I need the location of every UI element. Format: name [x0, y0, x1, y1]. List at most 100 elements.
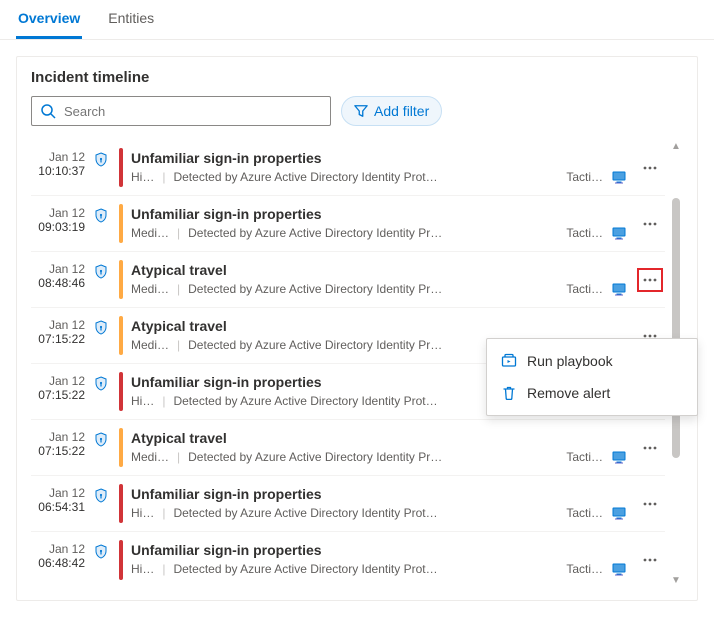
run-playbook-item[interactable]: Run playbook — [487, 345, 697, 377]
alert-description: Detected by Azure Active Directory Ident… — [173, 170, 558, 184]
divider: | — [162, 394, 165, 408]
tactic-label: Tacti… — [566, 506, 603, 520]
monitor-icon — [611, 225, 627, 241]
row-actions-button[interactable] — [635, 146, 665, 189]
more-icon — [642, 216, 658, 232]
row-actions-menu: Run playbook Remove alert — [486, 338, 698, 416]
severity-bar — [119, 316, 123, 355]
timestamp: Jan 1206:48:42 — [31, 538, 85, 582]
severity-bar — [119, 148, 123, 187]
row-actions-button[interactable] — [635, 258, 665, 301]
tab-bar: Overview Entities — [0, 0, 714, 40]
alert-description: Detected by Azure Active Directory Ident… — [173, 506, 558, 520]
tactic-label: Tacti… — [566, 450, 603, 464]
timestamp: Jan 1206:54:31 — [31, 482, 85, 525]
divider: | — [162, 170, 165, 184]
alert-title: Unfamiliar sign-in properties — [131, 542, 627, 558]
tab-overview[interactable]: Overview — [16, 0, 82, 39]
add-filter-button[interactable]: Add filter — [341, 96, 442, 126]
divider: | — [177, 338, 180, 352]
timeline-row[interactable]: Jan 1208:48:46 Atypical travel Medi… | Detec… — [31, 252, 665, 308]
alert-description: Detected by Azure Active Directory Ident… — [188, 450, 558, 464]
divider: | — [177, 450, 180, 464]
timeline-row[interactable]: Jan 1206:48:42 Unfamiliar sign-in propert… — [31, 532, 665, 588]
shield-icon — [93, 482, 111, 525]
timeline-row[interactable]: Jan 1209:03:19 Unfamiliar sign-in propert… — [31, 196, 665, 252]
row-content: Unfamiliar sign-in propertiesHi…|Detecte… — [131, 482, 627, 525]
scroll-thumb[interactable] — [672, 198, 680, 458]
timestamp: Jan 1207:15:22 — [31, 426, 85, 469]
shield-icon — [93, 538, 111, 582]
divider: | — [177, 226, 180, 240]
row-actions-button[interactable] — [635, 202, 665, 245]
tactic-label: Tacti… — [566, 562, 603, 576]
timeline-row[interactable]: Jan 1207:15:22 Atypical travel Medi… | Detec… — [31, 420, 665, 476]
timestamp: Jan 1207:15:22 — [31, 370, 85, 413]
tactic-label: Tacti… — [566, 282, 603, 296]
monitor-icon — [611, 169, 627, 185]
more-icon — [642, 496, 658, 512]
alert-title: Unfamiliar sign-in properties — [131, 150, 627, 166]
severity-label: Medi… — [131, 226, 169, 240]
search-input[interactable] — [62, 103, 322, 120]
monitor-icon — [611, 449, 627, 465]
row-actions-button[interactable] — [635, 482, 665, 525]
incident-timeline-panel: Incident timeline Add filter Jan 1210:10… — [16, 56, 698, 601]
trash-icon — [501, 385, 517, 401]
alert-title: Unfamiliar sign-in properties — [131, 486, 627, 502]
monitor-icon — [611, 281, 627, 297]
shield-icon — [93, 370, 111, 413]
alert-title: Atypical travel — [131, 430, 627, 446]
alert-title: Atypical travel — [131, 262, 627, 278]
remove-alert-item[interactable]: Remove alert — [487, 377, 697, 409]
severity-label: Medi… — [131, 338, 169, 352]
shield-icon — [93, 258, 111, 301]
controls-row: Add filter — [31, 96, 683, 126]
scroll-down-arrow[interactable]: ▼ — [671, 574, 681, 588]
shield-icon — [93, 146, 111, 189]
severity-label: Hi… — [131, 170, 154, 184]
alert-description: Detected by Azure Active Directory Ident… — [188, 282, 558, 296]
row-actions-button[interactable] — [635, 426, 665, 469]
shield-icon — [93, 426, 111, 469]
severity-bar — [119, 484, 123, 523]
row-content: Unfamiliar sign-in properties Medi… | Detec… — [131, 202, 627, 245]
severity-bar — [119, 372, 123, 411]
remove-alert-label: Remove alert — [527, 385, 610, 401]
add-filter-label: Add filter — [374, 103, 429, 119]
severity-bar — [119, 204, 123, 243]
row-content: Unfamiliar sign-in properties Hi… | Detecte… — [131, 146, 627, 189]
row-actions-button[interactable] — [635, 538, 665, 582]
alert-description: Detected by Azure Active Directory Ident… — [188, 226, 558, 240]
severity-label: Medi… — [131, 282, 169, 296]
filter-icon — [354, 104, 368, 118]
panel-title: Incident timeline — [31, 69, 683, 86]
row-content: Atypical travel Medi… | Detected by Azure A… — [131, 426, 627, 469]
more-icon — [642, 160, 658, 176]
shield-icon — [93, 202, 111, 245]
severity-bar — [119, 540, 123, 580]
divider: | — [162, 562, 165, 576]
timestamp: Jan 1209:03:19 — [31, 202, 85, 245]
severity-bar — [119, 428, 123, 467]
alert-title: Atypical travel — [131, 318, 627, 334]
severity-label: Hi… — [131, 562, 154, 576]
timestamp: Jan 1208:48:46 — [31, 258, 85, 301]
timeline-row[interactable]: Jan 1206:54:31 Unfamiliar sign-in propert… — [31, 476, 665, 532]
monitor-icon — [611, 505, 627, 521]
alert-title: Unfamiliar sign-in properties — [131, 206, 627, 222]
timestamp: Jan 1207:15:22 — [31, 314, 85, 357]
tactic-label: Tacti… — [566, 170, 603, 184]
severity-label: Medi… — [131, 450, 169, 464]
search-icon — [40, 103, 56, 119]
search-box[interactable] — [31, 96, 331, 126]
more-icon — [637, 268, 663, 292]
tactic-label: Tacti… — [566, 226, 603, 240]
severity-label: Hi… — [131, 506, 154, 520]
run-playbook-label: Run playbook — [527, 353, 613, 369]
tab-entities[interactable]: Entities — [106, 0, 156, 39]
timeline-row[interactable]: Jan 1210:10:37Unfamiliar sign-in propert… — [31, 140, 665, 196]
scroll-up-arrow[interactable]: ▲ — [671, 140, 681, 154]
more-icon — [642, 440, 658, 456]
divider: | — [177, 282, 180, 296]
